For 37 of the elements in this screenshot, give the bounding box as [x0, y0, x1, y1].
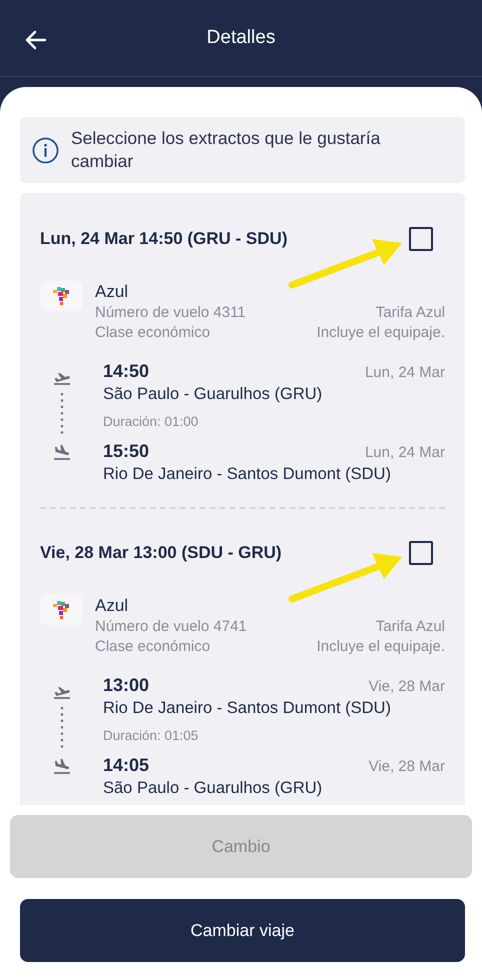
segment-title: Lun, 24 Mar 14:50 (GRU - SDU): [40, 229, 288, 249]
fare-name: Tarifa Azul: [376, 303, 445, 323]
departure-time: 13:00: [103, 674, 150, 697]
checkbox[interactable]: [409, 541, 433, 565]
flight-duration: Duración: 01:00: [103, 413, 200, 431]
cabin-class: Clase económico: [95, 323, 210, 343]
checkbox[interactable]: [409, 227, 433, 251]
departure-date: Vie, 28 Mar: [368, 677, 445, 697]
info-text: Seleccione los extractos que le gustaría cambiar: [71, 127, 382, 173]
segment-title: Vie, 28 Mar 13:00 (SDU - GRU): [40, 543, 282, 563]
arrival-airport: Rio De Janeiro - Santos Dumont (SDU): [103, 464, 392, 485]
airline-name: Azul: [95, 595, 130, 617]
departure-airport: Rio De Janeiro - Santos Dumont (SDU): [103, 698, 392, 719]
flight-number: Número de vuelo 4741: [95, 617, 247, 637]
airline-logo: [40, 595, 83, 625]
arrival-time: 14:05: [103, 754, 150, 777]
arrival-time: 15:50: [103, 440, 150, 463]
arrival-date: Vie, 28 Mar: [368, 757, 445, 777]
airline-logo: [40, 281, 83, 311]
flight-number: Número de vuelo 4311: [95, 303, 246, 323]
departure-date: Lun, 24 Mar: [364, 363, 445, 383]
primary-button[interactable]: Cambiar viaje: [20, 899, 465, 962]
airline-name: Azul: [95, 281, 130, 303]
cabin-class: Clase económico: [95, 637, 210, 657]
landing-icon: [52, 756, 72, 776]
departure-time: 14:50: [103, 360, 150, 383]
fare-name: Tarifa Azul: [376, 617, 445, 637]
baggage-note: Incluye el equipaje.: [316, 323, 445, 343]
landing-icon: [52, 442, 72, 462]
arrival-airport: São Paulo - Guarulhos (GRU): [103, 778, 324, 799]
baggage-note: Incluye el equipaje.: [316, 637, 445, 657]
arrival-date: Lun, 24 Mar: [364, 443, 445, 463]
back-arrow-icon[interactable]: [24, 28, 48, 52]
departure-airport: São Paulo - Guarulhos (GRU): [103, 384, 324, 405]
flight-duration: Duración: 01:05: [103, 727, 200, 745]
info-icon: [32, 136, 59, 164]
screen-title: Detalles: [206, 27, 276, 49]
